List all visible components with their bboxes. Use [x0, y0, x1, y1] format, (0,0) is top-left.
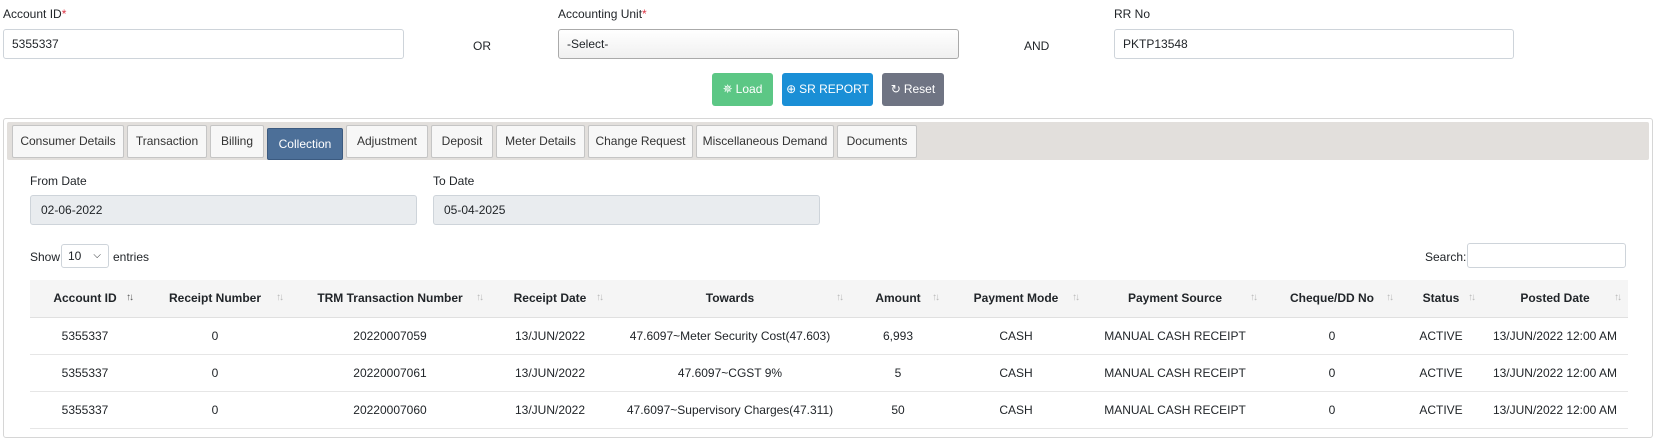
sort-icon: ↑↓	[836, 292, 844, 303]
tab-consumer-details[interactable]: Consumer Details	[12, 125, 124, 158]
table-header-row: Account ID ↑↓ Receipt Number ↑↓ TRM Transa…	[30, 280, 1628, 318]
entries-select-value: 10	[68, 249, 82, 263]
search-input[interactable]	[1467, 243, 1626, 268]
reset-button[interactable]: ↻ Reset	[882, 73, 944, 106]
column-header-posted-date[interactable]: Posted Date ↑↓	[1482, 280, 1628, 318]
table-cell: 47.6097~Supervisory Charges(47.311)	[610, 391, 850, 429]
sort-asc-icon: ↑↓	[126, 292, 134, 303]
column-header-trm-transaction-number[interactable]: TRM Transaction Number ↑↓	[290, 280, 490, 318]
column-header-payment-mode[interactable]: Payment Mode ↑↓	[946, 280, 1086, 318]
table-cell: 0	[140, 391, 290, 429]
sr-report-button[interactable]: ⊕ SR REPORT	[782, 73, 873, 106]
load-button[interactable]: ✵ Load	[712, 73, 773, 106]
from-date-input[interactable]: 02-06-2022	[30, 195, 417, 225]
table-cell: MANUAL CASH RECEIPT	[1086, 354, 1264, 392]
refresh-icon: ↻	[890, 82, 901, 96]
table-cell: 13/JUN/2022 12:00 AM	[1482, 391, 1628, 429]
column-header-status[interactable]: Status ↑↓	[1400, 280, 1482, 318]
spinner-icon: ✵	[722, 82, 733, 96]
table-cell: 6,993	[850, 317, 946, 355]
tab-documents[interactable]: Documents	[837, 125, 917, 158]
to-date-input[interactable]: 05-04-2025	[433, 195, 820, 225]
table-cell: 0	[140, 354, 290, 392]
tab-change-request[interactable]: Change Request	[588, 125, 693, 158]
tab-transaction[interactable]: Transaction	[127, 125, 207, 158]
column-header-receipt-date[interactable]: Receipt Date ↑↓	[490, 280, 610, 318]
column-header-receipt-number[interactable]: Receipt Number ↑↓	[140, 280, 290, 318]
to-date-label: To Date	[433, 174, 475, 188]
tab-miscellaneous-demand[interactable]: Miscellaneous Demand	[696, 125, 834, 158]
table-cell: 47.6097~CGST 9%	[610, 354, 850, 392]
table-cell: 13/JUN/2022	[490, 354, 610, 392]
table-cell: 0	[1264, 354, 1400, 392]
table-cell: CASH	[946, 317, 1086, 355]
rr-no-input[interactable]: PKTP13548	[1114, 29, 1514, 59]
table-cell: 47.6097~Meter Security Cost(47.603)	[610, 317, 850, 355]
table-cell: 20220007059	[290, 317, 490, 355]
sort-icon: ↑↓	[476, 292, 484, 303]
table-cell: MANUAL CASH RECEIPT	[1086, 317, 1264, 355]
column-header-payment-source[interactable]: Payment Source ↑↓	[1086, 280, 1264, 318]
table-cell: 13/JUN/2022 12:00 AM	[1482, 354, 1628, 392]
table-row: 5355337 0 20220007061 13/JUN/2022 47.609…	[30, 354, 1628, 392]
entries-label: entries	[113, 250, 150, 264]
column-header-cheque-dd-no[interactable]: Cheque/DD No ↑↓	[1264, 280, 1400, 318]
column-header-towards[interactable]: Towards ↑↓	[610, 280, 850, 318]
search-label: Search:	[1425, 250, 1467, 264]
show-label: Show	[30, 250, 61, 264]
account-id-label: Account ID*	[3, 7, 67, 21]
sort-icon: ↑↓	[276, 292, 284, 303]
table-cell: ACTIVE	[1400, 391, 1482, 429]
table-cell: 20220007060	[290, 391, 490, 429]
tab-deposit[interactable]: Deposit	[431, 125, 493, 158]
tab-meter-details[interactable]: Meter Details	[496, 125, 585, 158]
table-cell: 13/JUN/2022	[490, 317, 610, 355]
table-row: 5355337 0 20220007060 13/JUN/2022 47.609…	[30, 391, 1628, 429]
table-cell: 13/JUN/2022 12:00 AM	[1482, 317, 1628, 355]
rr-no-label: RR No	[1114, 7, 1151, 21]
table-cell: 5355337	[30, 354, 140, 392]
sort-icon: ↑↓	[596, 292, 604, 303]
table-cell: CASH	[946, 354, 1086, 392]
and-label: AND	[1024, 39, 1050, 53]
load-button-label: Load	[735, 82, 763, 96]
sort-icon: ↑↓	[1072, 292, 1080, 303]
sort-icon: ↑↓	[1614, 292, 1622, 303]
tab-collection[interactable]: Collection	[267, 128, 343, 160]
table-cell: 0	[1264, 317, 1400, 355]
chevron-down-icon: ⌵	[93, 250, 101, 261]
tab-billing[interactable]: Billing	[210, 125, 264, 158]
plus-circle-icon: ⊕	[786, 82, 797, 96]
sort-icon: ↑↓	[1386, 292, 1394, 303]
from-date-label: From Date	[30, 174, 87, 188]
tab-bar: Consumer Details Transaction Billing Col…	[7, 122, 1649, 160]
sort-icon: ↑↓	[932, 292, 940, 303]
sort-icon: ↑↓	[1250, 292, 1258, 303]
table-cell: 5355337	[30, 317, 140, 355]
accounting-unit-select[interactable]: -Select-	[558, 29, 959, 59]
table-cell: 5355337	[30, 391, 140, 429]
sort-icon: ↑↓	[1468, 292, 1476, 303]
or-label: OR	[473, 39, 491, 53]
table-cell: 5	[850, 354, 946, 392]
collection-table: Account ID ↑↓ Receipt Number ↑↓ TRM Transa…	[30, 280, 1628, 429]
table-cell: 0	[1264, 391, 1400, 429]
tab-adjustment[interactable]: Adjustment	[346, 125, 428, 158]
reset-button-label: Reset	[903, 82, 936, 96]
table-cell: MANUAL CASH RECEIPT	[1086, 391, 1264, 429]
entries-select[interactable]: 10 ⌵	[61, 244, 109, 268]
table-row: 5355337 0 20220007059 13/JUN/2022 47.609…	[30, 317, 1628, 355]
sr-report-button-label: SR REPORT	[799, 82, 869, 96]
table-cell: 20220007061	[290, 354, 490, 392]
table-cell: CASH	[946, 391, 1086, 429]
table-cell: ACTIVE	[1400, 354, 1482, 392]
accounting-unit-label: Accounting Unit*	[558, 7, 647, 21]
table-cell: ACTIVE	[1400, 317, 1482, 355]
column-header-account-id[interactable]: Account ID ↑↓	[30, 280, 140, 318]
table-cell: 13/JUN/2022	[490, 391, 610, 429]
column-header-amount[interactable]: Amount ↑↓	[850, 280, 946, 318]
table-cell: 50	[850, 391, 946, 429]
account-id-input[interactable]: 5355337	[3, 29, 404, 59]
table-cell: 0	[140, 317, 290, 355]
